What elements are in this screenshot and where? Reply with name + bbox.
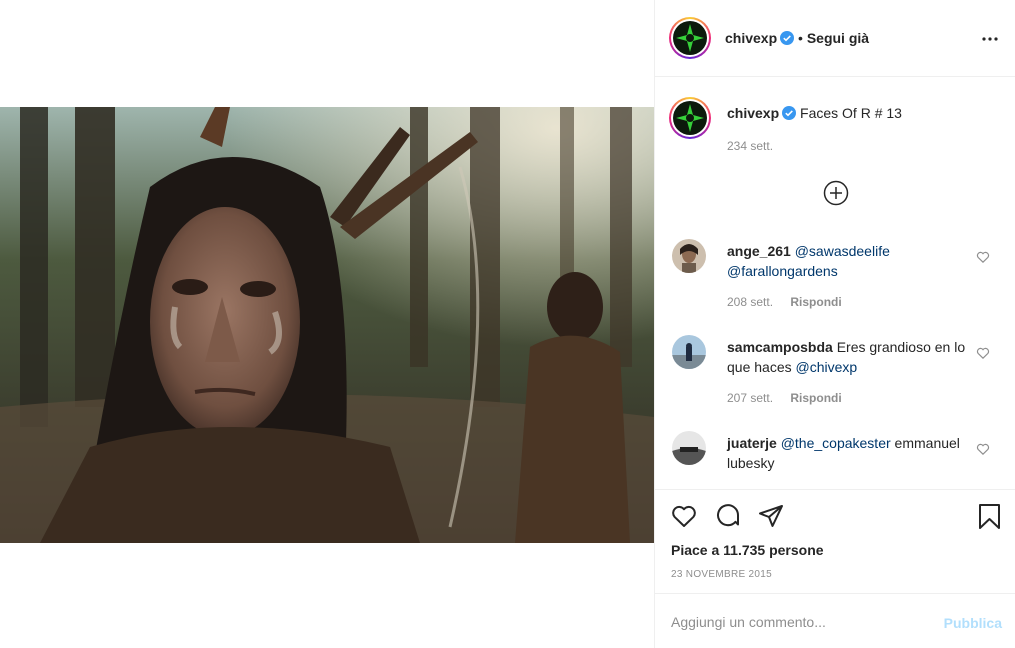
paper-plane-icon[interactable] <box>757 502 785 530</box>
comment-username[interactable]: ange_261 <box>727 243 791 259</box>
comment-mention[interactable]: @sawasdeelife <box>795 243 890 259</box>
post-date[interactable]: 23 NOVEMBRE 2015 <box>671 569 772 580</box>
commenter-avatar[interactable] <box>672 239 706 273</box>
verified-badge-icon <box>782 106 797 120</box>
separator-dot: • <box>798 30 803 46</box>
heart-icon[interactable] <box>670 502 698 530</box>
comment-text: ange_261 @sawasdeelife @farallongardens <box>727 241 967 281</box>
comment-time[interactable]: 208 sett. <box>727 295 773 309</box>
likes-count[interactable]: Piace a 11.735 persone <box>671 542 824 558</box>
post-photo[interactable] <box>0 107 654 543</box>
comment-username[interactable]: juaterje <box>727 435 777 451</box>
comment-mention[interactable]: @chivexp <box>796 359 858 375</box>
plus-circle-icon[interactable] <box>823 180 849 206</box>
caption-username[interactable]: chivexp <box>727 105 779 121</box>
comment-username[interactable]: samcamposbda <box>727 339 833 355</box>
comments-list[interactable]: chivexp Faces Of R # 13 234 sett. ange_2… <box>655 77 1015 489</box>
bookmark-icon[interactable] <box>976 502 1004 530</box>
comment-item: ange_261 @sawasdeelife @farallongardens … <box>655 239 1015 335</box>
comment-item: juaterje @the_copakester emmanuel lubesk… <box>655 431 1015 489</box>
caption-body: Faces Of R # 13 <box>800 105 902 121</box>
comment-mention[interactable]: @the_copakester <box>781 435 891 451</box>
header-username[interactable]: chivexp <box>725 30 777 46</box>
verified-badge-icon <box>780 31 795 45</box>
small-heart-icon[interactable] <box>976 442 990 456</box>
comment-text: juaterje @the_copakester emmanuel lubesk… <box>727 433 967 473</box>
comment-mention[interactable]: @farallongardens <box>727 263 838 279</box>
comment-time[interactable]: 207 sett. <box>727 391 773 405</box>
caption-time[interactable]: 234 sett. <box>727 139 773 153</box>
comment-item: samcamposbda Eres grandioso en lo que ha… <box>655 335 1015 431</box>
media-pane <box>0 0 654 648</box>
follow-state-button[interactable]: Segui già <box>807 30 869 46</box>
post-header: chivexp • Segui già <box>655 0 1015 77</box>
comment-text: samcamposbda Eres grandioso en lo que ha… <box>727 337 967 377</box>
caption-avatar[interactable] <box>669 97 711 139</box>
comment-input[interactable] <box>671 612 931 632</box>
more-options-icon[interactable] <box>978 27 1002 51</box>
add-comment-bar: Pubblica <box>655 593 1015 648</box>
small-heart-icon[interactable] <box>976 346 990 360</box>
post-caption: chivexp Faces Of R # 13 234 sett. <box>655 77 1015 177</box>
publish-button[interactable]: Pubblica <box>944 615 1002 631</box>
header-user-line: chivexp • Segui già <box>725 30 869 46</box>
post-actions: Piace a 11.735 persone 23 NOVEMBRE 2015 <box>655 489 1015 593</box>
reply-button[interactable]: Rispondi <box>790 295 841 309</box>
small-heart-icon[interactable] <box>976 250 990 264</box>
reply-button[interactable]: Rispondi <box>790 391 841 405</box>
comment-meta: 207 sett. Rispondi <box>727 391 842 405</box>
comment-bubble-icon[interactable] <box>714 502 742 530</box>
avatar[interactable] <box>669 17 711 59</box>
comment-meta: 208 sett. Rispondi <box>727 295 842 309</box>
post-sidebar: chivexp • Segui già chivexp Faces Of R #… <box>654 0 1015 648</box>
commenter-avatar[interactable] <box>672 335 706 369</box>
caption-text: chivexp Faces Of R # 13 <box>727 105 902 121</box>
commenter-avatar[interactable] <box>672 431 706 465</box>
